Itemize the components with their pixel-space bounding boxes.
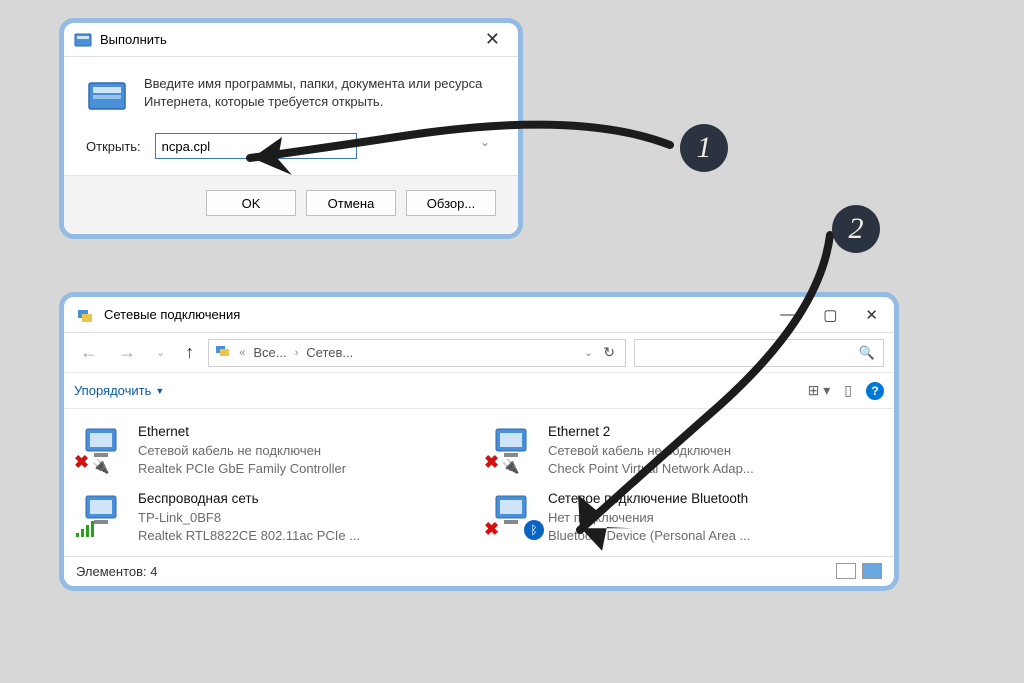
network-adapter-icon: ✖ 🔌 (490, 423, 538, 471)
folder-icon (215, 343, 231, 362)
explorer-titlebar: Сетевые подключения — ▢ ✕ (64, 297, 894, 333)
window-controls: — ▢ ✕ (776, 302, 882, 328)
browse-button[interactable]: Обзор... (406, 190, 496, 216)
status-disconnected-icon: ✖ (484, 519, 499, 540)
explorer-app-icon (76, 306, 94, 324)
run-titlebar: Выполнить ✕ (64, 23, 518, 57)
cable-icon: 🔌 (92, 458, 109, 475)
status-bar: Элементов: 4 (64, 556, 894, 586)
connection-item-ethernet2[interactable]: ✖ 🔌 Ethernet 2 Сетевой кабель не подключ… (488, 419, 880, 482)
connections-view: ✖ 🔌 Ethernet Сетевой кабель не подключен… (64, 409, 894, 556)
breadcrumb-sep-icon: « (239, 347, 245, 359)
recent-dropdown-icon[interactable]: ⌄ (150, 344, 171, 361)
network-adapter-icon: ✖ 🔌 (80, 423, 128, 471)
run-description: Введите имя программы, папки, документа … (144, 75, 496, 117)
maximize-icon[interactable]: ▢ (819, 302, 841, 328)
back-icon[interactable]: ← (74, 340, 104, 365)
refresh-icon[interactable]: ↻ (599, 344, 619, 361)
close-icon[interactable]: ✕ (477, 25, 508, 54)
signal-strength-icon (76, 521, 96, 540)
cancel-button[interactable]: Отмена (306, 190, 396, 216)
search-icon: 🔍 (859, 345, 875, 361)
connection-name: Сетевое подключение Bluetooth (548, 490, 750, 509)
run-input[interactable] (155, 133, 357, 159)
run-dialog: Выполнить ✕ Введите имя программы, папки… (59, 18, 523, 239)
connection-name: Ethernet 2 (548, 423, 754, 442)
search-input[interactable]: 🔍 (634, 339, 884, 367)
network-adapter-icon: ✖ ᛒ (490, 490, 538, 538)
connection-status: Нет подключения (548, 509, 750, 527)
run-input-row: Открыть: (64, 129, 518, 175)
connection-driver: Bluetooth Device (Personal Area ... (548, 527, 750, 545)
connection-item-wifi[interactable]: Беспроводная сеть TP-Link_0BF8 Realtek R… (78, 486, 470, 549)
ok-button[interactable]: OK (206, 190, 296, 216)
connection-item-bluetooth[interactable]: ✖ ᛒ Сетевое подключение Bluetooth Нет по… (488, 486, 880, 549)
connection-name: Ethernet (138, 423, 346, 442)
organize-menu[interactable]: Упорядочить ▼ (74, 383, 164, 398)
run-title: Выполнить (100, 32, 167, 47)
connection-item-ethernet[interactable]: ✖ 🔌 Ethernet Сетевой кабель не подключен… (78, 419, 470, 482)
items-count: 4 (150, 564, 157, 579)
status-disconnected-icon: ✖ (484, 452, 499, 473)
step-badge-2: 2 (832, 205, 880, 253)
connection-status: Сетевой кабель не подключен (138, 442, 346, 460)
up-icon[interactable]: ↑ (179, 340, 200, 365)
view-dropdown-icon[interactable]: ⊞ ▾ (808, 382, 831, 399)
forward-icon[interactable]: → (112, 340, 142, 365)
large-icons-view-icon[interactable] (862, 563, 882, 579)
run-body: Введите имя программы, папки, документа … (64, 57, 518, 129)
run-input-label: Открыть: (86, 139, 141, 154)
run-app-icon (74, 31, 92, 49)
connection-status: Сетевой кабель не подключен (548, 442, 754, 460)
help-icon[interactable]: ? (866, 382, 884, 400)
connection-driver: Realtek RTL8822CE 802.11ac PCIe ... (138, 527, 360, 545)
breadcrumb-sep-icon: › (295, 347, 299, 359)
close-icon[interactable]: ✕ (861, 302, 882, 328)
explorer-nav: ← → ⌄ ↑ « Все... › Сетев... ⌄ ↻ 🔍 (64, 333, 894, 373)
bluetooth-icon: ᛒ (524, 520, 544, 540)
details-pane-icon[interactable]: ▯ (844, 382, 852, 399)
run-buttons: OK Отмена Обзор... (64, 175, 518, 234)
network-adapter-icon (80, 490, 128, 538)
explorer-window: Сетевые подключения — ▢ ✕ ← → ⌄ ↑ « Все.… (59, 292, 899, 591)
step-badge-1: 1 (680, 124, 728, 172)
explorer-toolbar: Упорядочить ▼ ⊞ ▾ ▯ ? (64, 373, 894, 409)
explorer-title: Сетевые подключения (104, 307, 240, 322)
breadcrumb-segment[interactable]: Все... (253, 345, 286, 360)
cable-icon: 🔌 (502, 458, 519, 475)
connection-driver: Check Point Virtual Network Adap... (548, 460, 754, 478)
minimize-icon[interactable]: — (776, 302, 799, 328)
run-large-icon (86, 75, 128, 117)
connection-status: TP-Link_0BF8 (138, 509, 360, 527)
chevron-down-icon[interactable]: ⌄ (584, 346, 593, 359)
connection-driver: Realtek PCIe GbE Family Controller (138, 460, 346, 478)
status-disconnected-icon: ✖ (74, 452, 89, 473)
chevron-down-icon: ▼ (155, 386, 164, 396)
address-bar[interactable]: « Все... › Сетев... ⌄ ↻ (208, 339, 626, 367)
breadcrumb-segment[interactable]: Сетев... (306, 345, 353, 360)
items-label: Элементов: (76, 564, 147, 579)
details-view-icon[interactable] (836, 563, 856, 579)
connection-name: Беспроводная сеть (138, 490, 360, 509)
